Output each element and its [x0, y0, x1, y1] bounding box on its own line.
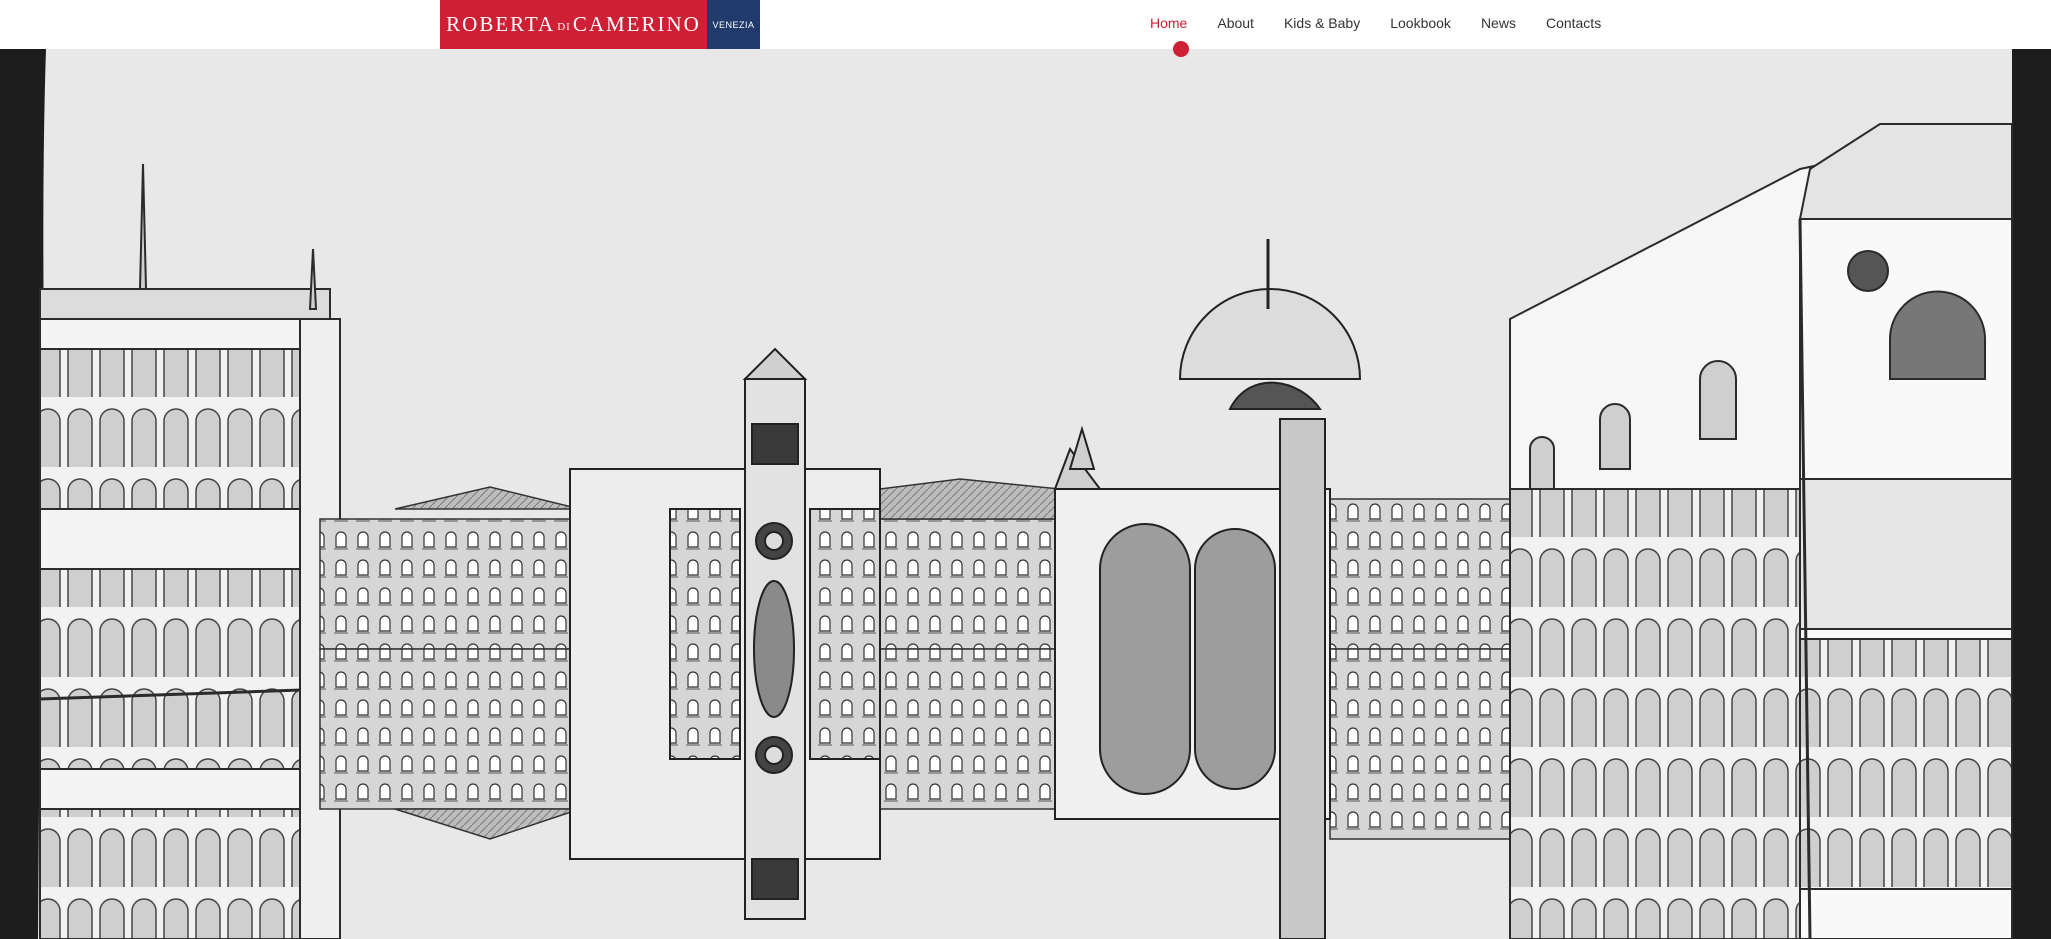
- hero-banner: [0, 49, 2051, 939]
- nav-item-about[interactable]: About: [1217, 15, 1254, 31]
- logo-name-part2: CAMERINO: [572, 12, 701, 36]
- logo-name-small: DI: [557, 20, 571, 33]
- logo-name-part1: ROBERTA: [446, 12, 556, 36]
- logo-wordmark: ROBERTA DI CAMERINO: [440, 0, 707, 49]
- nav-item-lookbook[interactable]: Lookbook: [1390, 15, 1451, 31]
- procuratie-upper: [319, 478, 1511, 650]
- nav-item-news[interactable]: News: [1481, 15, 1516, 31]
- active-nav-indicator: [1173, 41, 1189, 57]
- brand-logo[interactable]: ROBERTA DI CAMERINO VENEZIA: [440, 0, 760, 49]
- site-header: ROBERTA DI CAMERINO VENEZIA Home About K…: [0, 0, 2051, 49]
- nav-item-kids-baby[interactable]: Kids & Baby: [1284, 15, 1360, 31]
- nav-item-contacts[interactable]: Contacts: [1546, 15, 1601, 31]
- venice-illustration: [38, 49, 2013, 939]
- page: ROBERTA DI CAMERINO VENEZIA Home About K…: [0, 0, 2051, 939]
- logo-city-badge: VENEZIA: [707, 0, 760, 49]
- main-nav: Home About Kids & Baby Lookbook News Con…: [1150, 0, 1631, 49]
- nav-item-home[interactable]: Home: [1150, 15, 1187, 31]
- logo-city: VENEZIA: [712, 19, 755, 30]
